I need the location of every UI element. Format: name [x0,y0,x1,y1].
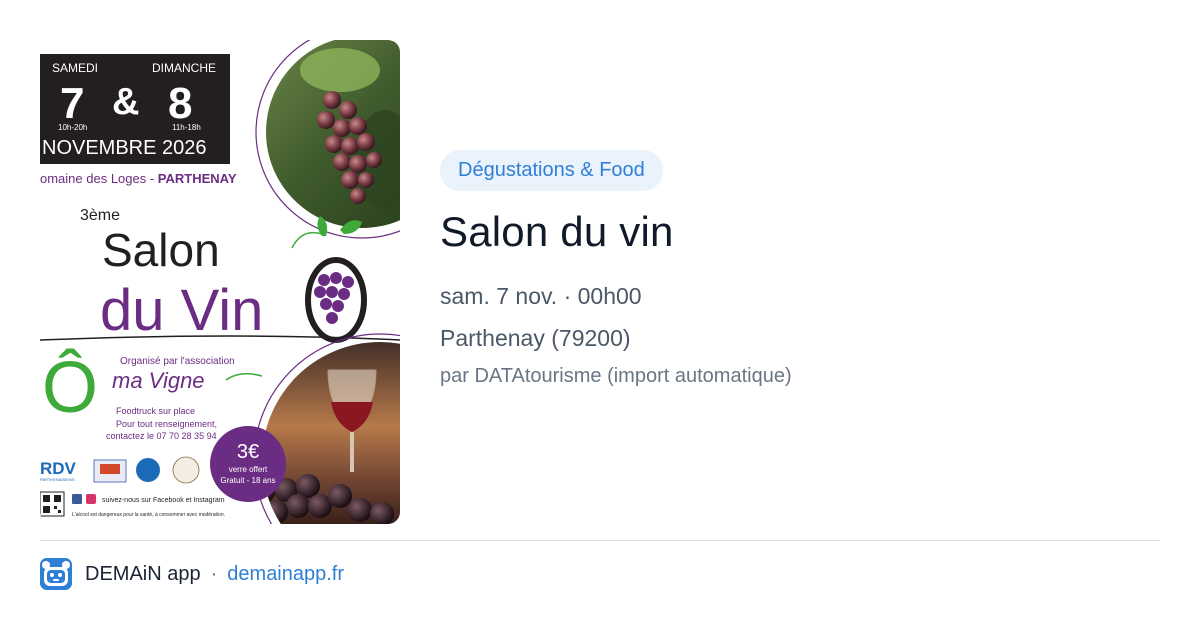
event-poster: SAMEDI DIMANCHE 7 & 8 10h-20h 11h-18h NO… [40,40,400,524]
svg-text:L'alcool est dangereux pour la: L'alcool est dangereux pour la santé, à … [72,512,225,518]
svg-text:Gratuit - 18 ans: Gratuit - 18 ans [220,476,275,485]
partner-logos: RDV PARTHENAISIENS [40,456,200,484]
app-logo-icon [40,558,72,590]
app-name[interactable]: DEMAiN app [85,563,201,586]
svg-text:du Vin: du Vin [100,278,263,343]
event-card[interactable]: SAMEDI DIMANCHE 7 & 8 10h-20h 11h-18h NO… [40,40,1160,524]
svg-text:contactez le 07 70 28 35 94: contactez le 07 70 28 35 94 [106,431,217,441]
svg-text:3ème: 3ème [80,207,120,224]
grapes-photo [255,40,400,239]
poster-footer: suivez-nous sur Facebook et Instagram L'… [40,491,225,518]
divider [40,540,1160,541]
svg-text:8: 8 [168,79,192,128]
category-badge[interactable]: Dégustations & Food [440,150,663,191]
svg-text:11h-18h: 11h-18h [172,123,201,132]
svg-text:ma Vigne: ma Vigne [112,368,205,393]
poster-title: 3ème Salon du Vin [80,207,367,343]
app-domain-link[interactable]: demainapp.fr [227,563,344,586]
event-location: Parthenay (79200) [440,325,631,351]
event-author: par DATAtourisme (import automatique) [440,365,792,387]
svg-text:Organisé par l'association: Organisé par l'association [120,356,235,367]
svg-text:PARTHENAISIENS: PARTHENAISIENS [40,477,75,482]
footer: DEMAiN app · demainapp.fr [40,558,344,590]
svg-text:RDV: RDV [40,459,77,478]
svg-text:suivez-nous sur Facebook et In: suivez-nous sur Facebook et Instagram [102,497,225,504]
svg-text:NOVEMBRE 2026: NOVEMBRE 2026 [42,137,207,159]
svg-text:7: 7 [60,79,84,128]
event-title[interactable]: Salon du vin [440,207,1140,257]
svg-text:DIMANCHE: DIMANCHE [152,61,216,75]
svg-text:SAMEDI: SAMEDI [52,61,98,75]
poster-image: SAMEDI DIMANCHE 7 & 8 10h-20h 11h-18h NO… [40,40,400,524]
svg-text:Salon: Salon [102,224,220,276]
svg-text:Ô: Ô [42,348,98,428]
svg-text:&: & [112,81,139,123]
event-info: Dégustations & Food Salon du vin sam. 7 … [440,150,1140,389]
footer-separator: · [210,562,218,585]
svg-text:Pour tout renseignement,: Pour tout renseignement, [116,419,217,429]
price-badge: 3€ verre offert Gratuit - 18 ans [210,426,286,502]
association-block: Organisé par l'association Ô ma Vigne Fo… [42,348,263,441]
svg-text:verre offert: verre offert [229,465,268,474]
svg-text:10h-20h: 10h-20h [58,123,87,132]
svg-text:Foodtruck sur place: Foodtruck sur place [116,406,195,416]
date-block: SAMEDI DIMANCHE 7 & 8 10h-20h 11h-18h NO… [40,54,230,164]
poster-venue: omaine des Loges - PARTHENAY [40,171,237,186]
event-date: sam. 7 nov. · 00h00 [440,283,642,309]
svg-text:3€: 3€ [237,441,259,463]
